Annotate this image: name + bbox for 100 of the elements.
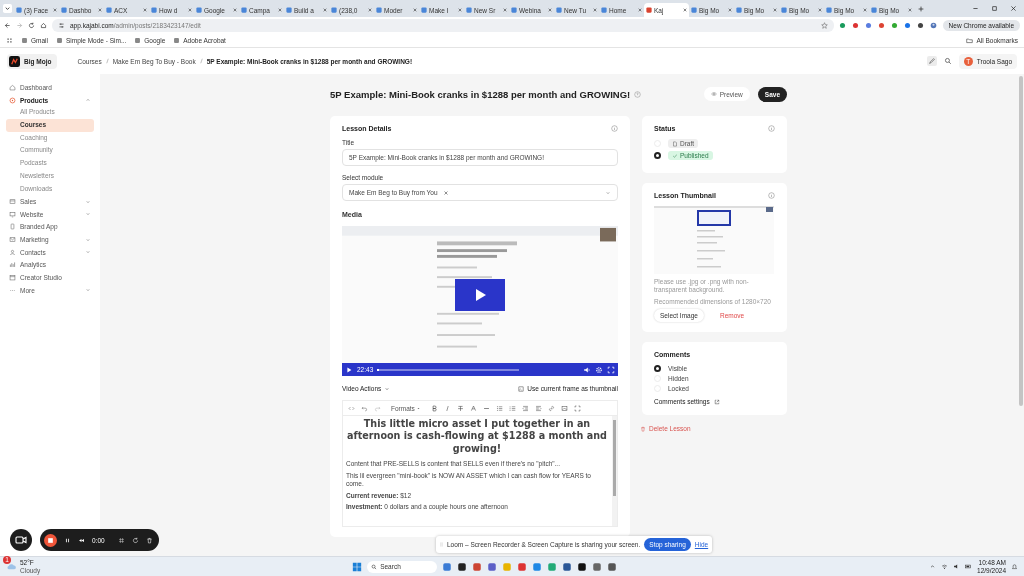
close-icon[interactable] [638,8,642,12]
close-icon[interactable] [683,8,687,12]
close-icon[interactable] [458,8,462,12]
trash-icon [640,425,646,432]
text-color-icon[interactable] [469,404,477,412]
page-title: 5P Example: Mini-Book cranks in $1288 per month and GROWING! [330,88,631,100]
reload-icon[interactable] [28,22,35,29]
play-icon[interactable] [345,365,353,374]
taskbar-app-icon[interactable] [577,561,588,572]
breadcrumb-separator [105,58,109,64]
bullet-list-icon[interactable] [495,404,503,412]
play-button[interactable] [455,279,505,311]
mail-icon [9,236,16,244]
favicon-icon [511,7,517,13]
close-icon[interactable] [818,8,822,12]
stop-recording-button[interactable] [44,533,57,547]
rewind-icon[interactable] [78,536,85,544]
clear-icon[interactable] [442,189,449,196]
scrollbar-thumb[interactable] [1019,76,1023,406]
close-icon[interactable] [548,8,552,12]
contacts-icon [9,248,16,256]
search-icon [371,563,378,570]
info-icon[interactable] [611,125,618,132]
restore-icon[interactable] [991,5,998,12]
grid-icon[interactable] [117,536,125,544]
battery-icon[interactable] [965,563,973,570]
minimize-icon[interactable] [972,5,979,12]
back-icon[interactable] [4,22,11,29]
tab-search-icon[interactable] [3,4,12,13]
close-icon[interactable] [233,8,237,12]
close-icon[interactable] [863,8,867,12]
outdent-icon[interactable] [521,404,529,412]
forward-icon[interactable] [16,22,23,29]
check-icon [672,152,678,159]
wifi-icon[interactable] [941,563,949,570]
favicon-icon [376,7,382,13]
favicon-icon [196,7,202,13]
taskbar-app-icon[interactable] [607,561,618,572]
new-tab-icon[interactable] [917,4,925,13]
radio-button[interactable] [654,152,661,159]
trash-icon[interactable] [145,536,153,544]
bookmark-star-icon[interactable] [820,22,828,29]
close-icon[interactable] [593,8,597,12]
close-icon[interactable] [143,8,147,12]
close-icon[interactable] [368,8,372,12]
favicon-icon [106,7,112,13]
video-progress-track[interactable] [377,368,519,371]
favicon-icon [331,7,337,13]
cloud-icon [6,561,17,572]
search-icon[interactable] [942,56,953,66]
favicon-icon [16,7,22,13]
link-icon[interactable] [547,404,555,412]
italic-icon[interactable] [443,404,451,412]
apps-grid-icon[interactable] [6,37,13,44]
start-icon[interactable] [352,561,363,572]
close-icon[interactable] [278,8,282,12]
pause-icon[interactable] [64,536,71,544]
fullscreen-icon[interactable] [573,404,581,412]
taskbar-app-icon[interactable] [562,561,573,572]
close-icon[interactable] [53,8,57,12]
close-icon[interactable] [188,8,192,12]
restart-icon[interactable] [131,536,139,544]
camera-button[interactable] [10,529,32,551]
close-icon[interactable] [413,8,417,12]
radio-button[interactable] [654,365,661,373]
external-link-icon [713,398,720,405]
info-icon[interactable] [768,192,775,199]
close-icon[interactable] [773,8,777,12]
profile-avatar-icon[interactable] [929,22,937,29]
settings-icon[interactable] [595,365,603,374]
undo-icon[interactable] [361,404,368,412]
home-icon[interactable] [40,22,47,29]
chevron-icon[interactable] [929,563,937,570]
close-icon[interactable] [98,8,102,12]
close-icon[interactable] [1010,5,1017,12]
close-icon[interactable] [728,8,732,12]
volume-icon[interactable] [583,365,591,374]
bookmark-icon [173,37,181,44]
pen-icon[interactable] [926,56,937,66]
notification-icon[interactable] [1011,563,1018,570]
info-icon[interactable] [768,125,775,132]
logo-icon[interactable] [9,55,20,67]
close-icon[interactable] [908,8,912,12]
numbered-list-icon[interactable] [508,404,516,412]
bold-icon[interactable] [430,404,438,412]
site-settings-icon[interactable] [58,22,65,29]
strikethrough-icon[interactable] [456,404,464,412]
image-icon [518,385,525,392]
taskbar-app-icon[interactable] [457,561,468,572]
close-icon[interactable] [323,8,327,12]
favicon-icon [871,7,877,13]
image-icon[interactable] [560,404,568,412]
indent-icon[interactable] [534,404,542,412]
eye-icon [710,91,717,97]
analytics-icon [9,261,16,269]
bookmark-icon [56,37,63,44]
close-icon[interactable] [503,8,507,12]
document-icon [672,140,678,147]
favicon-icon [151,7,157,13]
scrollbar-thumb[interactable] [613,420,616,496]
